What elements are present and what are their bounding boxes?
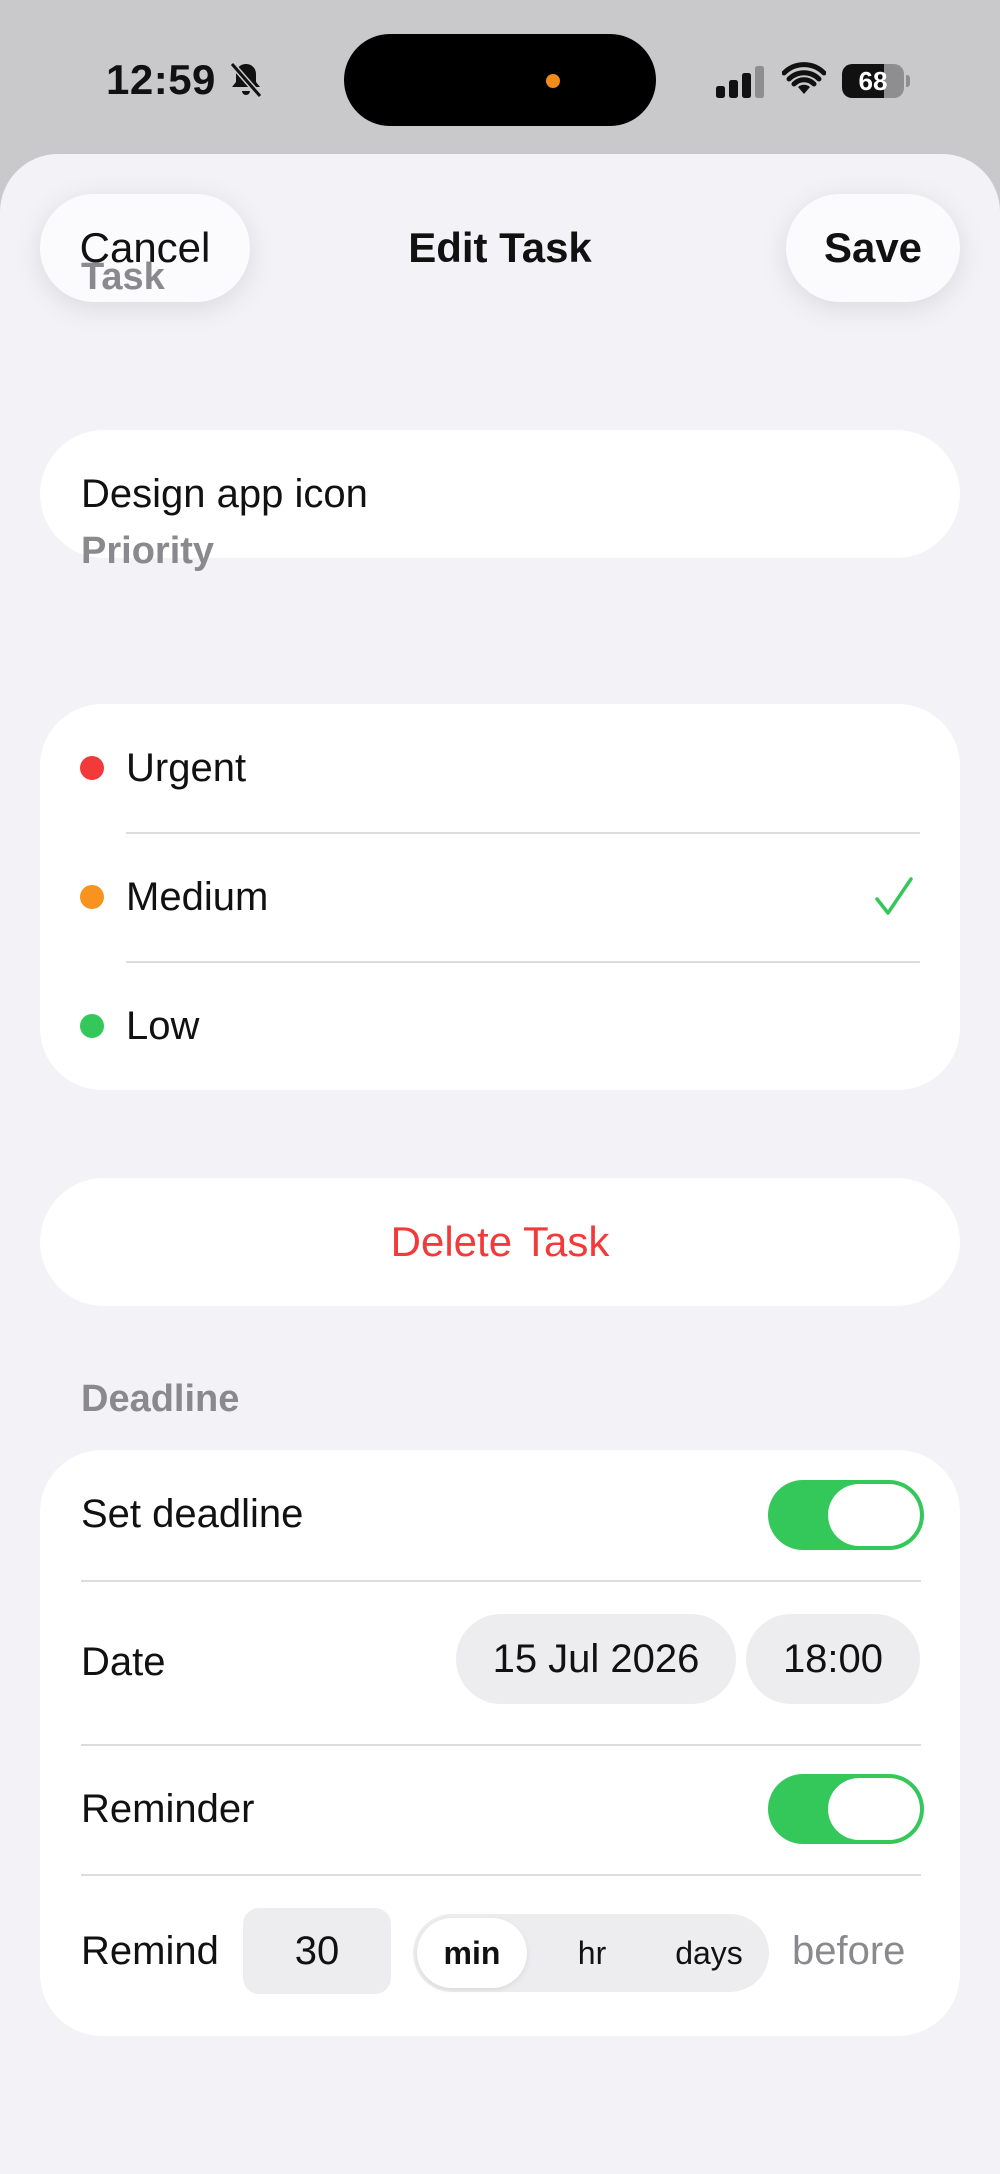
toggle-knob: [828, 1778, 920, 1840]
cellular-signal-icon: [716, 66, 764, 98]
battery-icon: 68: [842, 64, 910, 98]
unit-days-segment[interactable]: days: [653, 1918, 765, 1988]
dynamic-island: [344, 34, 656, 126]
privacy-indicator-dot: [546, 74, 560, 88]
urgent-dot-icon: [80, 756, 104, 780]
medium-dot-icon: [80, 885, 104, 909]
reminder-label: Reminder: [81, 1787, 255, 1831]
bell-slash-icon: [229, 62, 263, 98]
priority-option-urgent[interactable]: Urgent: [40, 704, 960, 832]
priority-option-low[interactable]: Low: [40, 962, 960, 1090]
priority-option-label: Low: [126, 1004, 200, 1048]
checkmark-icon: [875, 877, 913, 915]
deadline-settings: Set deadline Date 15 Jul 2026 18:00 Remi…: [40, 1450, 960, 2036]
date-label: Date: [81, 1640, 166, 1684]
priority-option-label: Medium: [126, 875, 269, 919]
date-row: Date 15 Jul 2026 18:00: [40, 1582, 960, 1742]
remind-amount-input[interactable]: [243, 1908, 391, 1994]
status-bar: 12:59 68: [0, 0, 1000, 160]
wifi-icon: [782, 62, 826, 94]
save-button[interactable]: Save: [786, 194, 960, 302]
delete-task-button[interactable]: Delete Task: [40, 1178, 960, 1306]
deadline-section-label: Deadline: [81, 1378, 240, 1420]
set-deadline-row: Set deadline: [40, 1450, 960, 1578]
set-deadline-toggle[interactable]: [768, 1480, 924, 1550]
toggle-knob: [828, 1484, 920, 1546]
unit-min-segment[interactable]: min: [417, 1918, 527, 1988]
reminder-toggle[interactable]: [768, 1774, 924, 1844]
before-label: before: [792, 1929, 906, 1973]
remind-unit-segmented-control: min hr days: [413, 1914, 769, 1992]
task-section-label: Task: [81, 256, 165, 298]
priority-list: Urgent Medium Low: [40, 704, 960, 1090]
priority-option-medium[interactable]: Medium: [40, 833, 960, 961]
remind-row: Remind min hr days before: [40, 1876, 960, 2036]
battery-body: 68: [842, 64, 904, 98]
unit-hr-segment[interactable]: hr: [537, 1918, 647, 1988]
set-deadline-label: Set deadline: [81, 1492, 304, 1536]
time-picker-button[interactable]: 18:00: [746, 1614, 920, 1704]
status-time: 12:59: [106, 56, 216, 103]
battery-percentage: 68: [858, 66, 888, 96]
priority-section-label: Priority: [81, 530, 215, 572]
low-dot-icon: [80, 1014, 104, 1038]
reminder-row: Reminder: [40, 1746, 960, 1872]
battery-tip: [906, 75, 910, 87]
priority-option-label: Urgent: [126, 746, 247, 790]
date-picker-button[interactable]: 15 Jul 2026: [456, 1614, 736, 1704]
edit-task-sheet: Cancel Edit Task Save Task Priority Urge…: [0, 154, 1000, 2174]
remind-label: Remind: [81, 1929, 219, 1973]
